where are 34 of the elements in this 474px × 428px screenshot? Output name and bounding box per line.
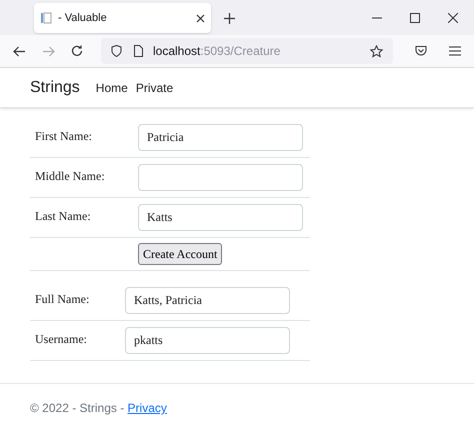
footer-text: © 2022 - Strings - [30,401,126,415]
tab-title: - Valuable [58,10,108,26]
input-field[interactable]: Katts [138,204,303,231]
menu-icon[interactable] [449,46,461,56]
field-label: Full Name: [34,291,90,308]
shield-icon[interactable] [111,45,122,57]
field-label: Username: [34,331,88,348]
reload-icon[interactable] [71,45,83,57]
nav-link[interactable]: Private [136,78,174,96]
input-field[interactable]: Patricia [138,124,303,151]
input-field[interactable]: pkatts [125,327,290,354]
url-path: :5093/Creature [200,43,280,60]
close-icon[interactable] [448,13,458,23]
browser-tab[interactable]: - Valuable [34,3,211,33]
create-account-button[interactable]: Create Account [138,243,222,265]
new-tab-icon[interactable] [224,13,235,24]
field-label: First Name: [34,128,93,145]
nav-link[interactable]: Home [96,78,128,96]
pocket-icon[interactable] [415,45,427,57]
page-icon [40,12,52,24]
field-label: Middle Name: [34,168,106,185]
minimize-icon[interactable] [372,17,382,19]
privacy-link[interactable]: Privacy [128,401,167,415]
star-icon[interactable] [370,44,383,58]
field-label: Last Name: [34,208,92,225]
maximize-icon[interactable] [410,13,420,23]
page-icon [134,45,143,57]
url-host: localhost [153,43,200,60]
address-bar[interactable]: localhost:5093/Creature [101,38,393,64]
brand-link[interactable]: Strings [30,76,80,100]
back-icon[interactable] [13,46,26,56]
input-field[interactable]: Katts, Patricia [125,287,290,314]
close-icon[interactable] [196,14,205,22]
input-field[interactable] [138,164,303,191]
